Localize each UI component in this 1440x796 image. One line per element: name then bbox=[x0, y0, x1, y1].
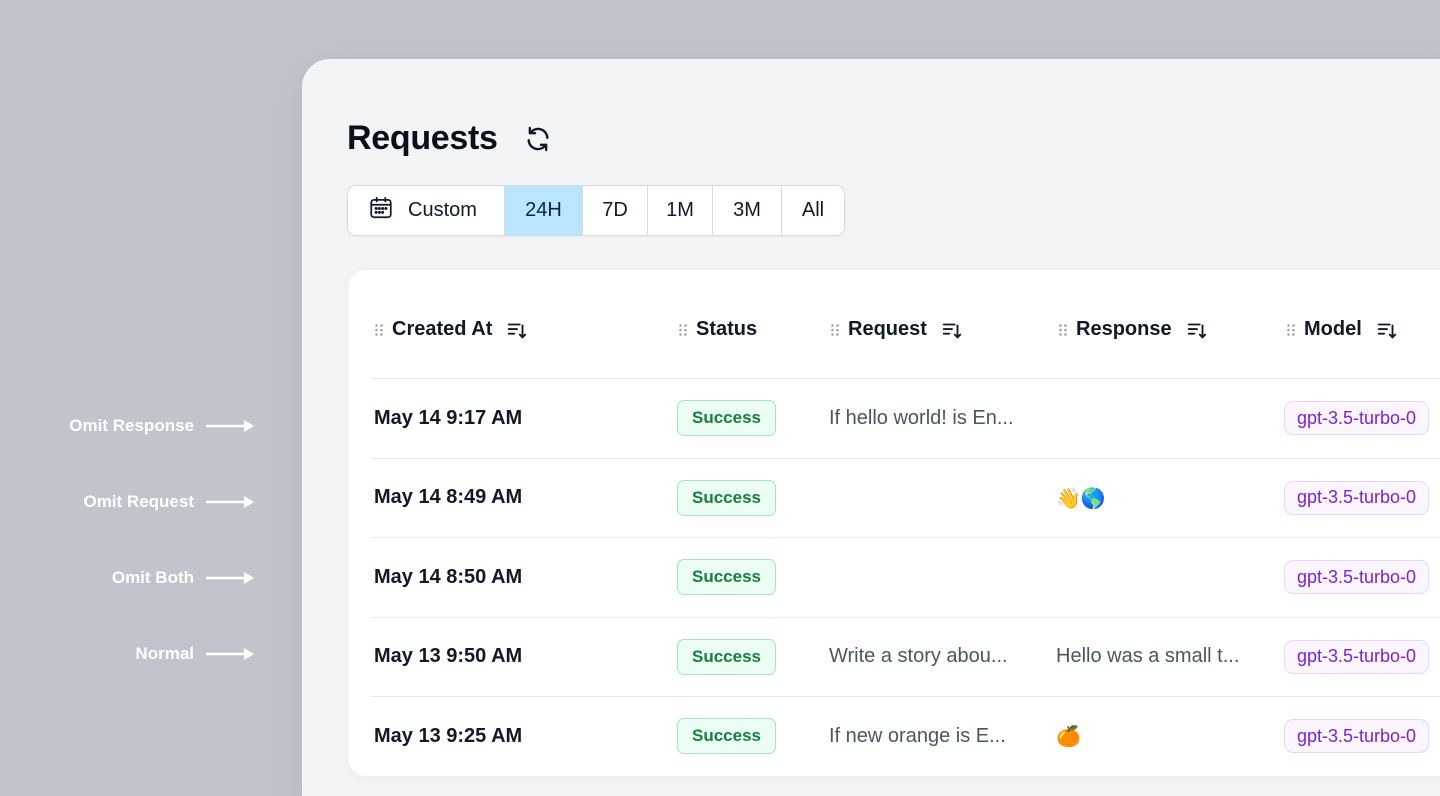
annotation-label: Omit Both bbox=[111, 568, 194, 587]
request-cell: If hello world! is En... bbox=[829, 406, 1014, 429]
page-header: Requests bbox=[347, 119, 552, 158]
drag-handle-icon[interactable] bbox=[1058, 323, 1068, 337]
drag-handle-icon[interactable] bbox=[830, 323, 840, 337]
status-badge: Success bbox=[677, 638, 776, 675]
drag-handle-icon[interactable] bbox=[678, 323, 688, 337]
status-cell: Success bbox=[677, 379, 776, 458]
annotation-normal: Normal bbox=[135, 644, 256, 664]
requests-panel: Requests Custom 24H 7D 1M 3M All Created… bbox=[302, 59, 1440, 796]
model-cell: gpt-3.5-turbo-0 bbox=[1284, 459, 1430, 538]
response-cell: Hello was a small t... bbox=[1056, 645, 1240, 668]
model-cell: gpt-3.5-turbo-0 bbox=[1284, 379, 1430, 458]
column-label: Created At bbox=[392, 318, 493, 340]
status-cell: Success bbox=[677, 697, 776, 776]
created-at-cell: May 13 9:25 AM bbox=[374, 724, 523, 747]
response-cell: 🍊 bbox=[1056, 724, 1081, 749]
model-cell: gpt-3.5-turbo-0 bbox=[1284, 697, 1430, 776]
range-option-24h[interactable]: 24H bbox=[505, 186, 583, 235]
requests-table: Created At Status Request Response Model… bbox=[348, 270, 1440, 776]
arrow-right-icon bbox=[206, 495, 256, 509]
column-label: Request bbox=[848, 318, 927, 340]
created-at-cell: May 14 9:17 AM bbox=[374, 406, 523, 429]
status-badge: Success bbox=[677, 400, 776, 437]
status-cell: Success bbox=[677, 538, 776, 617]
status-badge: Success bbox=[677, 559, 776, 596]
sort-icon[interactable] bbox=[941, 319, 963, 341]
status-badge: Success bbox=[677, 718, 776, 755]
drag-handle-icon[interactable] bbox=[1286, 323, 1296, 337]
model-badge: gpt-3.5-turbo-0 bbox=[1284, 639, 1430, 674]
table-row[interactable]: May 14 8:49 AM Success 👋🌎 gpt-3.5-turbo-… bbox=[372, 457, 1440, 538]
custom-range-label: Custom bbox=[408, 199, 477, 221]
column-header-created-at[interactable]: Created At bbox=[374, 318, 528, 341]
column-label: Model bbox=[1304, 318, 1362, 340]
created-at-cell: May 14 8:49 AM bbox=[374, 486, 523, 509]
table-row[interactable]: May 14 9:17 AM Success If hello world! i… bbox=[372, 378, 1440, 458]
table-row[interactable]: May 14 8:50 AM Success gpt-3.5-turbo-0 bbox=[372, 537, 1440, 617]
request-cell: If new orange is E... bbox=[829, 724, 1006, 747]
response-cell: 👋🌎 bbox=[1056, 485, 1106, 510]
column-label: Response bbox=[1076, 318, 1172, 340]
drag-handle-icon[interactable] bbox=[374, 323, 384, 337]
arrow-right-icon bbox=[206, 571, 256, 585]
model-badge: gpt-3.5-turbo-0 bbox=[1284, 719, 1430, 754]
model-badge: gpt-3.5-turbo-0 bbox=[1284, 560, 1430, 595]
created-at-cell: May 13 9:50 AM bbox=[374, 645, 523, 668]
status-badge: Success bbox=[677, 479, 776, 516]
range-option-all[interactable]: All bbox=[782, 186, 844, 235]
sort-icon[interactable] bbox=[1376, 319, 1398, 341]
status-cell: Success bbox=[677, 459, 776, 538]
time-range-filter: Custom 24H 7D 1M 3M All bbox=[347, 185, 845, 236]
annotations: Omit Response Omit Request Omit Both Nor… bbox=[0, 0, 300, 796]
arrow-right-icon bbox=[206, 647, 256, 661]
table-body: May 14 9:17 AM Success If hello world! i… bbox=[372, 378, 1440, 776]
annotation-omit-request: Omit Request bbox=[83, 492, 256, 512]
table-row[interactable]: May 13 9:50 AM Success Write a story abo… bbox=[372, 616, 1440, 697]
request-cell: Write a story abou... bbox=[829, 645, 1008, 668]
created-at-cell: May 14 8:50 AM bbox=[374, 565, 523, 588]
column-header-request[interactable]: Request bbox=[830, 318, 963, 341]
range-option-7d[interactable]: 7D bbox=[583, 186, 648, 235]
column-header-status[interactable]: Status bbox=[678, 318, 757, 341]
annotation-label: Normal bbox=[135, 644, 194, 663]
custom-range-button[interactable]: Custom bbox=[348, 186, 505, 235]
refresh-icon[interactable] bbox=[524, 125, 552, 153]
column-header-response[interactable]: Response bbox=[1058, 318, 1208, 341]
table-header: Created At Status Request Response Model bbox=[348, 270, 1440, 390]
arrow-right-icon bbox=[206, 419, 256, 433]
range-option-3m[interactable]: 3M bbox=[713, 186, 782, 235]
annotation-omit-response: Omit Response bbox=[69, 416, 256, 436]
table-row[interactable]: May 13 9:25 AM Success If new orange is … bbox=[372, 696, 1440, 776]
sort-icon[interactable] bbox=[1186, 319, 1208, 341]
annotation-label: Omit Response bbox=[69, 416, 194, 435]
sort-icon[interactable] bbox=[506, 319, 528, 341]
column-label: Status bbox=[696, 318, 758, 340]
page-title: Requests bbox=[347, 119, 498, 157]
model-cell: gpt-3.5-turbo-0 bbox=[1284, 538, 1430, 617]
annotation-omit-both: Omit Both bbox=[112, 568, 256, 588]
model-badge: gpt-3.5-turbo-0 bbox=[1284, 480, 1430, 515]
annotation-label: Omit Request bbox=[83, 492, 194, 511]
model-cell: gpt-3.5-turbo-0 bbox=[1284, 618, 1430, 697]
model-badge: gpt-3.5-turbo-0 bbox=[1284, 401, 1430, 436]
column-header-model[interactable]: Model bbox=[1286, 318, 1398, 341]
range-option-1m[interactable]: 1M bbox=[648, 186, 713, 235]
status-cell: Success bbox=[677, 618, 776, 697]
calendar-icon bbox=[368, 195, 394, 227]
